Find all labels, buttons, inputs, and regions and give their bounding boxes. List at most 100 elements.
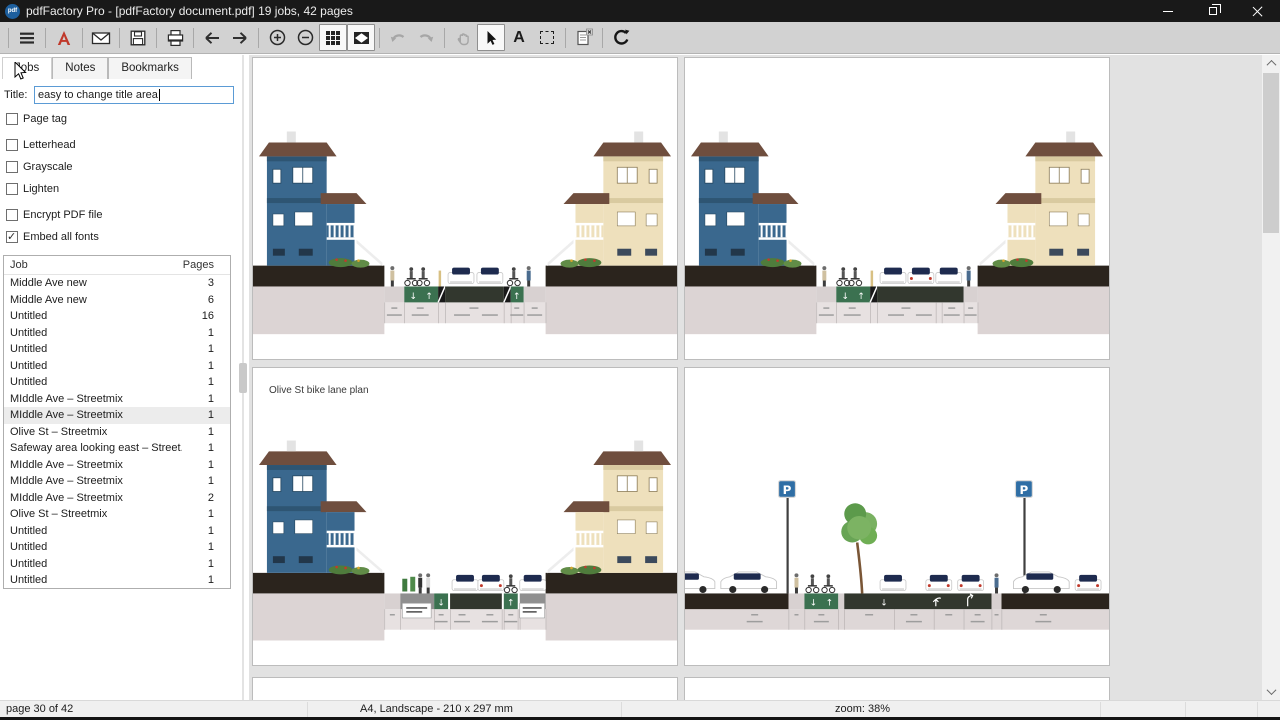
save-button[interactable] xyxy=(124,24,152,51)
scroll-up-button[interactable] xyxy=(1262,55,1280,72)
title-input[interactable]: easy to change title area xyxy=(34,86,234,104)
sidebar-tab[interactable]: Bookmarks xyxy=(108,57,192,79)
job-row[interactable]: Untitled1 xyxy=(4,572,230,589)
job-row[interactable]: Untitled1 xyxy=(4,539,230,556)
column-job[interactable]: Job xyxy=(4,259,182,271)
checkbox[interactable] xyxy=(6,161,18,173)
select-cursor-button[interactable] xyxy=(477,24,505,51)
job-pages: 1 xyxy=(182,409,230,421)
job-pages: 1 xyxy=(182,343,230,355)
checkbox[interactable] xyxy=(6,139,18,151)
page-thumbnail-3[interactable]: Olive St bike lane plan ↓ ↑ xyxy=(252,367,678,666)
fit-page-button[interactable] xyxy=(347,24,375,51)
page-thumbnail-1[interactable]: ↓↑ ↑ xyxy=(252,57,678,360)
job-row[interactable]: Untitled1 xyxy=(4,341,230,358)
splitter-handle[interactable] xyxy=(239,363,247,393)
status-zoom-info: zoom: 38% xyxy=(835,703,890,715)
scrollbar-thumb[interactable] xyxy=(1263,73,1279,233)
tab-label: Notes xyxy=(65,62,95,74)
checkbox-option[interactable]: Grayscale xyxy=(6,160,232,174)
page-thumbnail-2[interactable]: ↓↑ xyxy=(684,57,1110,360)
page-thumbnail-6[interactable] xyxy=(684,677,1110,700)
job-pages: 1 xyxy=(182,541,230,553)
acrobat-button[interactable] xyxy=(50,24,78,51)
email-button[interactable] xyxy=(87,24,115,51)
job-row[interactable]: Untitled1 xyxy=(4,523,230,540)
job-row[interactable]: Middle Ave new3 xyxy=(4,275,230,292)
zoom-in-icon xyxy=(268,28,287,47)
redo-icon xyxy=(416,29,436,47)
job-row[interactable]: Untitled1 xyxy=(4,358,230,375)
job-row[interactable]: Olive St – Streetmix1 xyxy=(4,424,230,441)
job-row[interactable]: MIddle Ave – Streetmix2 xyxy=(4,490,230,507)
job-row[interactable]: MIddle Ave – Streetmix1 xyxy=(4,473,230,490)
job-row[interactable]: Olive St – Streetmix1 xyxy=(4,506,230,523)
job-name: Olive St – Streetmix xyxy=(4,426,182,438)
checkbox[interactable] xyxy=(6,231,18,243)
menu-button[interactable] xyxy=(13,24,41,51)
checkbox-label: Grayscale xyxy=(23,161,73,173)
job-pages: 1 xyxy=(182,574,230,586)
text-tool-button[interactable]: A xyxy=(505,24,533,51)
copy-page-button[interactable] xyxy=(570,24,598,51)
job-list-header[interactable]: Job Pages xyxy=(4,256,230,275)
app-icon-text: pdf xyxy=(8,8,17,14)
checkbox-option[interactable]: Letterhead xyxy=(6,138,232,152)
forward-button[interactable] xyxy=(226,24,254,51)
job-pages: 1 xyxy=(182,327,230,339)
page-thumbnail-4[interactable]: ↓↑ ↓ P P xyxy=(684,367,1110,666)
job-row[interactable]: Middle Ave new6 xyxy=(4,292,230,309)
checkbox[interactable] xyxy=(6,183,18,195)
app-window: pdf pdfFactory Pro - [pdfFactory documen… xyxy=(0,0,1280,720)
print-button[interactable] xyxy=(161,24,189,51)
scroll-down-button[interactable] xyxy=(1262,683,1280,700)
job-row[interactable]: MIddle Ave – Streetmix1 xyxy=(4,457,230,474)
job-row[interactable]: Safeway area looking east – Street...1 xyxy=(4,440,230,457)
checkbox-option[interactable]: Lighten xyxy=(6,182,232,196)
vertical-scrollbar[interactable] xyxy=(1262,55,1280,700)
checkbox-option[interactable]: Embed all fonts xyxy=(6,230,232,244)
sidebar-tab[interactable]: Jobs xyxy=(2,57,52,79)
back-button[interactable] xyxy=(198,24,226,51)
job-pages: 1 xyxy=(182,426,230,438)
job-name: Untitled xyxy=(4,343,182,355)
restore-button[interactable] xyxy=(1190,0,1235,22)
checkbox-label: Lighten xyxy=(23,183,59,195)
title-field-label: Title: xyxy=(4,89,34,101)
job-row[interactable]: Untitled1 xyxy=(4,556,230,573)
undo-button[interactable] xyxy=(384,24,412,51)
minimize-button[interactable] xyxy=(1145,0,1190,22)
close-button[interactable] xyxy=(1235,0,1280,22)
checkbox-option[interactable]: Page tag xyxy=(6,112,232,126)
job-row[interactable]: MIddle Ave – Streetmix1 xyxy=(4,391,230,408)
job-row[interactable]: Untitled16 xyxy=(4,308,230,325)
tab-label: Jobs xyxy=(15,62,39,74)
job-row[interactable]: Untitled1 xyxy=(4,325,230,342)
pan-hand-button[interactable] xyxy=(449,24,477,51)
page-thumbnail-5[interactable] xyxy=(252,677,678,700)
job-row[interactable]: MIddle Ave – Streetmix1 xyxy=(4,407,230,424)
checkbox-option[interactable]: Encrypt PDF file xyxy=(6,208,232,222)
job-pages: 1 xyxy=(182,442,230,454)
checkbox[interactable] xyxy=(6,209,18,221)
zoom-out-button[interactable] xyxy=(291,24,319,51)
panel-splitter[interactable] xyxy=(238,55,249,700)
tab-label: Bookmarks xyxy=(121,62,179,74)
refresh-button[interactable] xyxy=(607,24,635,51)
zoom-out-icon xyxy=(296,28,315,47)
job-row[interactable]: Untitled1 xyxy=(4,374,230,391)
job-pages: 1 xyxy=(182,508,230,520)
checkbox[interactable] xyxy=(6,113,18,125)
thumbnail-grid-button[interactable] xyxy=(319,24,347,51)
zoom-in-button[interactable] xyxy=(263,24,291,51)
checkbox-label: Page tag xyxy=(23,113,67,125)
toolbar: A xyxy=(0,22,1280,54)
redo-button[interactable] xyxy=(412,24,440,51)
select-area-button[interactable] xyxy=(533,24,561,51)
column-pages[interactable]: Pages xyxy=(182,259,230,271)
chevron-down-icon xyxy=(1266,685,1276,695)
job-name: Untitled xyxy=(4,525,182,537)
sidebar-tab[interactable]: Notes xyxy=(52,57,108,79)
svg-text:↓: ↓ xyxy=(409,292,417,302)
job-pages: 1 xyxy=(182,475,230,487)
